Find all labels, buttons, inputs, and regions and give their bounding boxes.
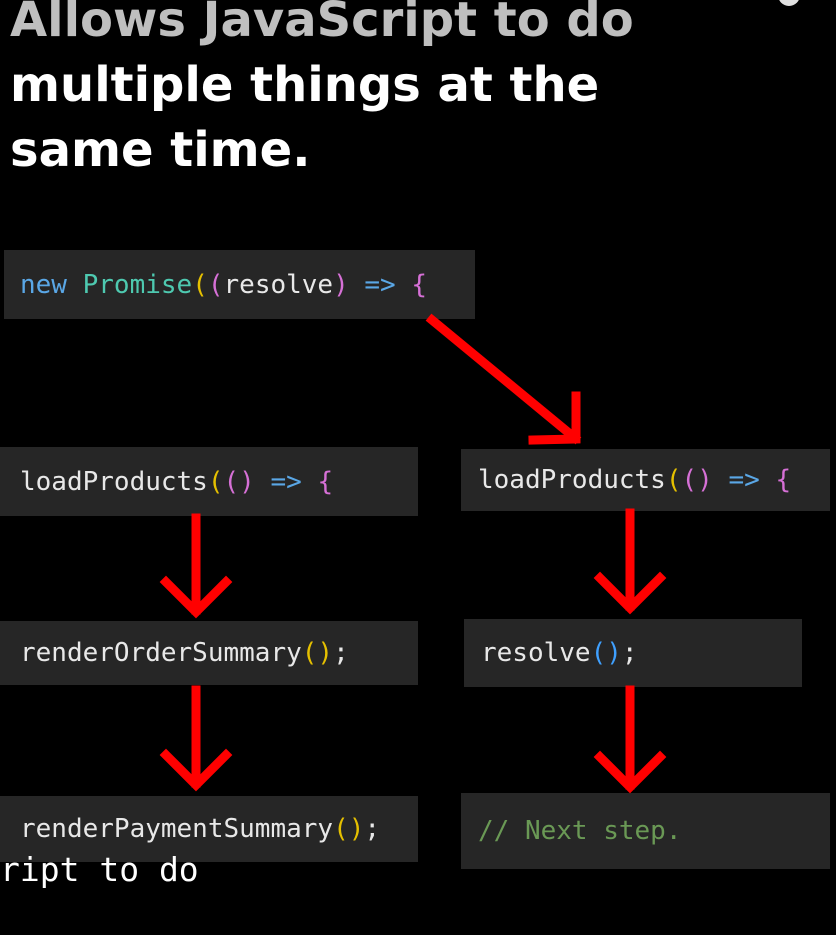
- subtitle-caption: ript to do: [0, 850, 199, 889]
- flow-arrows: [159, 313, 667, 794]
- down-arrow-icon: [593, 508, 667, 615]
- down-arrow-icon: [159, 685, 233, 792]
- down-arrow-icon: [159, 513, 233, 619]
- down-arrow-icon: [593, 685, 667, 794]
- diagonal-arrow-icon: [425, 313, 582, 445]
